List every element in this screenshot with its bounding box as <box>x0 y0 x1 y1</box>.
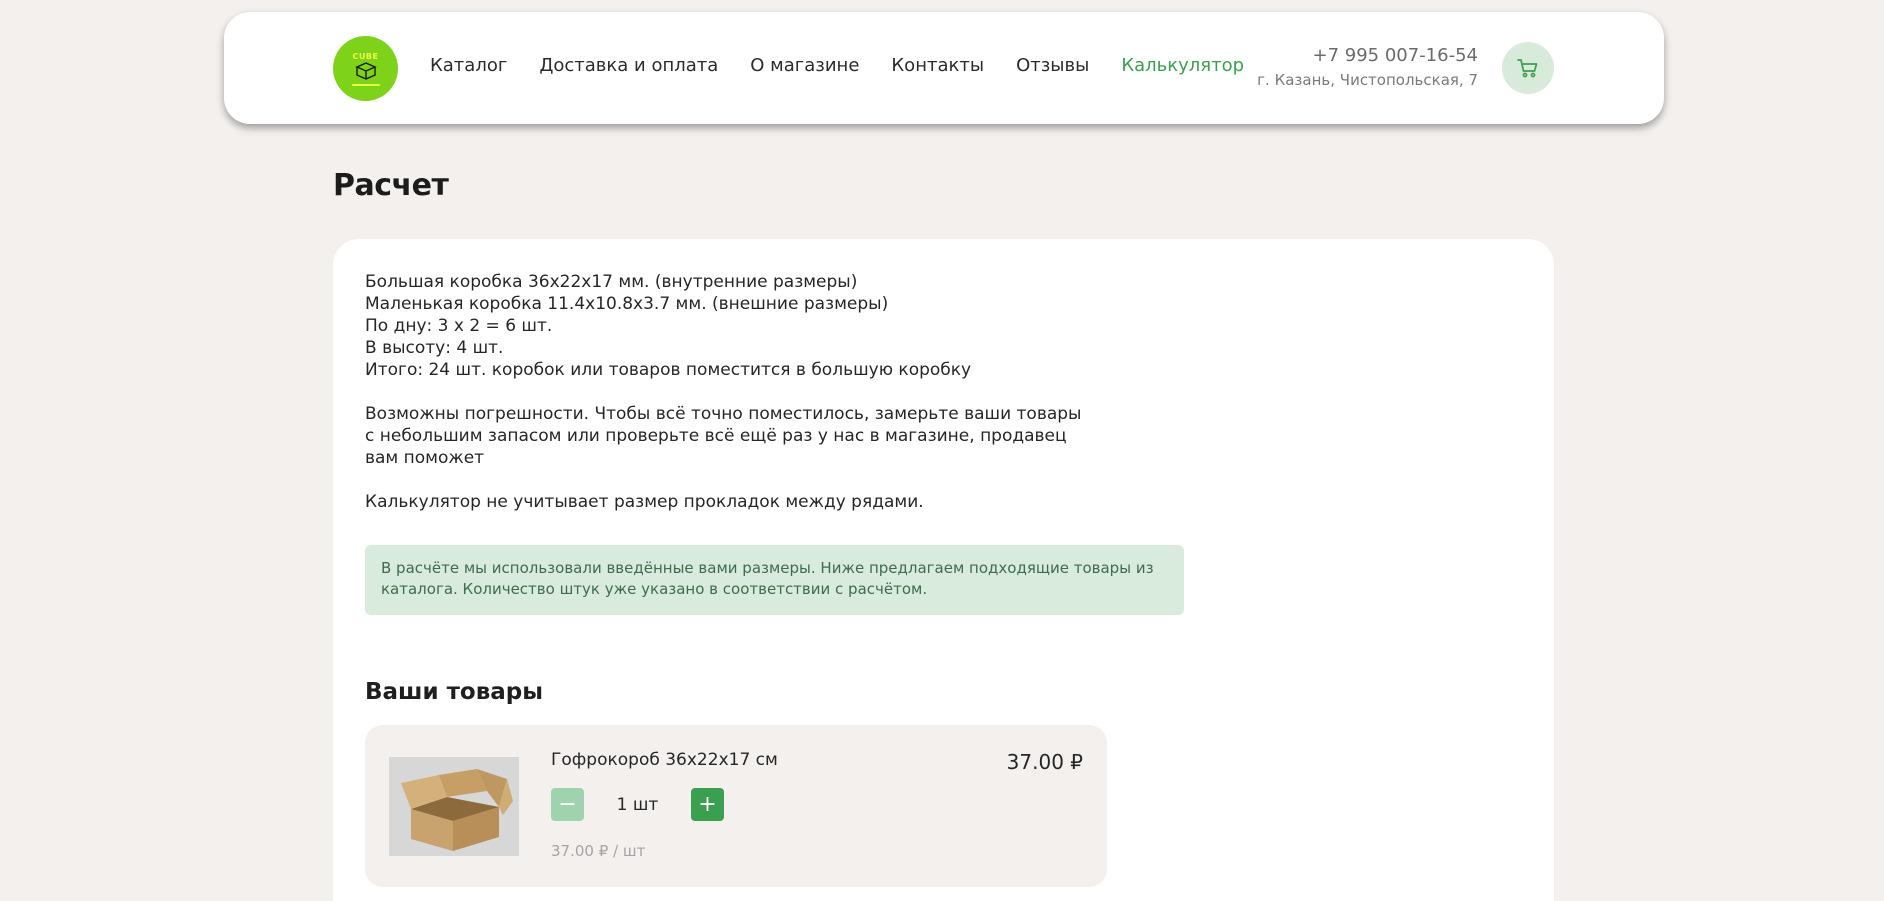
minus-icon: − <box>558 792 577 817</box>
nav-item-reviews[interactable]: Отзывы <box>1016 55 1089 76</box>
product-image[interactable] <box>389 757 519 856</box>
phone-link[interactable]: +7 995 007-16-54 <box>1257 45 1479 67</box>
cart-button[interactable] <box>1502 42 1554 94</box>
nav-item-about[interactable]: О магазине <box>750 55 859 76</box>
logo-underline <box>351 83 380 86</box>
warning-line: вам поможет <box>365 448 485 468</box>
cardboard-box-image <box>389 757 519 856</box>
calculator-note: Калькулятор не учитывает размер прокладо… <box>365 492 924 512</box>
unit-price: 37.00 ₽ / шт <box>551 842 646 860</box>
result-line-height: В высоту: 4 шт. <box>365 338 504 358</box>
main-nav: Каталог Доставка и оплата О магазине Кон… <box>430 55 1276 76</box>
plus-icon: + <box>698 792 717 817</box>
notice-line: каталога. Количество штук уже указано в … <box>381 580 928 598</box>
products-section-title: Ваши товары <box>365 679 544 705</box>
quantity-value: 1 шт <box>616 794 659 815</box>
logo[interactable]: CUBE <box>333 36 398 101</box>
store-address: г. Казань, Чистопольская, 7 <box>1257 71 1478 89</box>
decrease-quantity-button[interactable]: − <box>551 788 584 821</box>
result-line-big-box: Большая коробка 36x22x17 мм. (внутренние… <box>365 272 858 292</box>
result-line-small-box: Маленькая коробка 11.4x10.8x3.7 мм. (вне… <box>365 294 889 314</box>
product-card: Гофрокороб 36x22x17 см 37.00 ₽ − 1 шт + … <box>365 725 1107 887</box>
nav-item-delivery[interactable]: Доставка и оплата <box>539 55 718 76</box>
increase-quantity-button[interactable]: + <box>691 788 724 821</box>
warning-line: Возможны погрешности. Чтобы всё точно по… <box>365 404 1082 424</box>
calculation-card: Большая коробка 36x22x17 мм. (внутренние… <box>333 239 1554 901</box>
header-contacts: +7 995 007-16-54 г. Казань, Чистопольска… <box>1257 45 1478 91</box>
site-header: CUBE Каталог Доставка и оплата О магазин… <box>224 12 1664 124</box>
box-icon <box>354 61 377 80</box>
quantity-stepper: − 1 шт + <box>551 788 724 821</box>
cart-icon <box>1517 59 1538 78</box>
info-notice: В расчёте мы использовали введённые вами… <box>365 545 1184 615</box>
page-title: Расчет <box>333 168 449 203</box>
calculation-result: Большая коробка 36x22x17 мм. (внутренние… <box>365 271 1081 513</box>
result-line-bottom: По дну: 3 x 2 = 6 шт. <box>365 316 553 336</box>
nav-item-catalog[interactable]: Каталог <box>430 55 507 76</box>
result-line-total: Итого: 24 шт. коробок или товаров помест… <box>365 360 972 380</box>
nav-item-calculator[interactable]: Калькулятор <box>1121 55 1244 76</box>
warning-line: с небольшим запасом или проверьте всё ещ… <box>365 426 1067 446</box>
logo-text: CUBE <box>352 51 379 61</box>
product-price: 37.00 ₽ <box>1006 750 1083 774</box>
product-name[interactable]: Гофрокороб 36x22x17 см <box>551 750 778 770</box>
notice-line: В расчёте мы использовали введённые вами… <box>381 559 1154 577</box>
nav-item-contacts[interactable]: Контакты <box>891 55 984 76</box>
